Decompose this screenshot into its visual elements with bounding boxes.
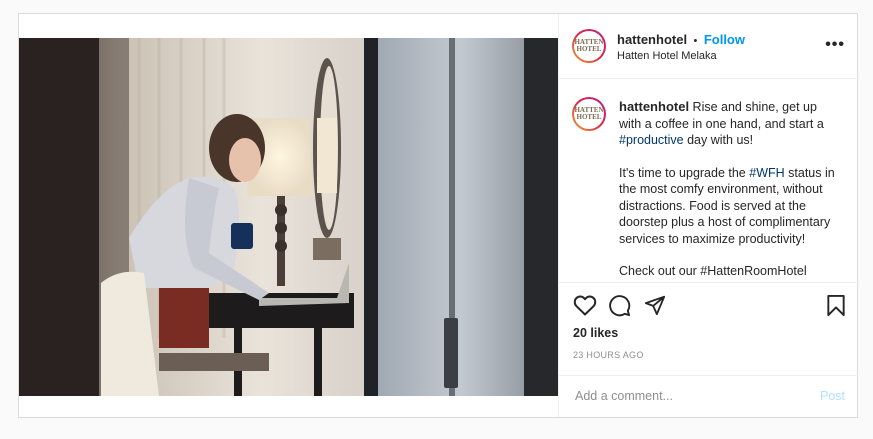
- comment-input[interactable]: [573, 388, 807, 404]
- likes-count[interactable]: 20 likes: [573, 326, 618, 340]
- caption-paragraph3: Check out our #HattenRoomHotel: [619, 264, 807, 278]
- avatar[interactable]: HATTEN HOTEL: [572, 29, 606, 63]
- caption-avatar-logo: HATTEN HOTEL: [574, 99, 604, 129]
- post-photo-image: [19, 38, 558, 396]
- post-comment-button[interactable]: Post: [820, 389, 845, 403]
- bookmark-icon[interactable]: [826, 294, 846, 317]
- hashtag-productive[interactable]: #productive: [619, 133, 684, 147]
- caption-area: HATTEN HOTEL hattenhotel Rise and shine,…: [559, 79, 859, 282]
- post-card: HATTEN HOTEL hattenhotel • Follow Hatten…: [18, 13, 859, 418]
- comment-bar: Post: [559, 375, 859, 418]
- header-user-line: hattenhotel • Follow: [617, 31, 745, 49]
- caption-avatar[interactable]: HATTEN HOTEL: [572, 97, 606, 131]
- caption-username[interactable]: hattenhotel: [619, 99, 689, 114]
- comment-icon[interactable]: [608, 294, 631, 317]
- post-actions: 20 likes 23 HOURS AGO Post: [559, 282, 859, 417]
- username[interactable]: hattenhotel: [617, 32, 687, 47]
- caption-line1-end: day with us!: [687, 133, 754, 147]
- post-photo[interactable]: [19, 38, 558, 396]
- caption-paragraph2-start: It's time to upgrade the: [619, 165, 746, 180]
- caption-text: hattenhotel Rise and shine, get up with …: [619, 99, 841, 280]
- header-separator: •: [693, 35, 698, 47]
- post-timestamp[interactable]: 23 HOURS AGO: [573, 350, 644, 360]
- location-link[interactable]: Hatten Hotel Melaka: [617, 50, 717, 62]
- more-options-icon[interactable]: •••: [825, 36, 845, 54]
- follow-button[interactable]: Follow: [704, 32, 745, 47]
- post-side-panel: HATTEN HOTEL hattenhotel • Follow Hatten…: [558, 14, 859, 417]
- heart-icon[interactable]: [573, 294, 597, 316]
- hashtag-wfh[interactable]: #WFH: [749, 166, 784, 180]
- avatar-logo: HATTEN HOTEL: [574, 31, 604, 61]
- post-header: HATTEN HOTEL hattenhotel • Follow Hatten…: [559, 14, 859, 79]
- share-icon[interactable]: [644, 294, 666, 316]
